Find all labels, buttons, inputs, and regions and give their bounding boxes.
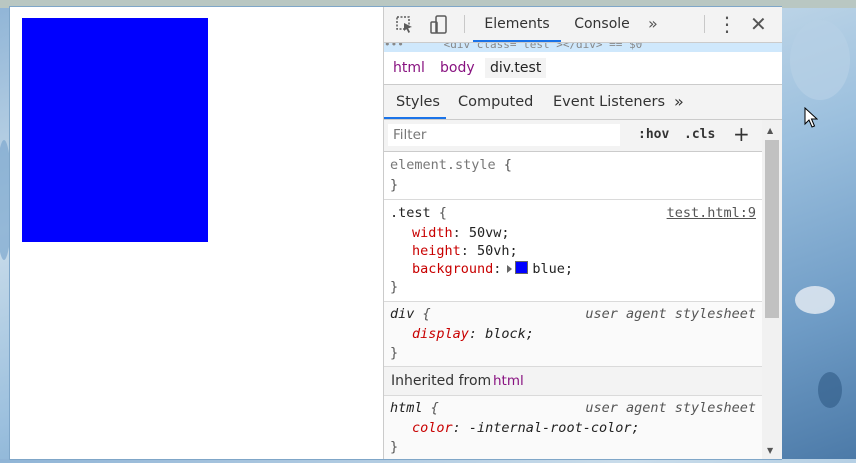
- rule-test[interactable]: .test { test.html:9 width: 50vw; height:…: [384, 200, 762, 302]
- rule-selector: div: [390, 306, 415, 322]
- styles-rules-pane: element.style { } .test { test.html:9 wi…: [384, 151, 762, 459]
- inherited-section-header: Inherited from html: [384, 367, 762, 396]
- scroll-down-icon[interactable]: ▼: [767, 446, 773, 456]
- rule-div-user-agent[interactable]: div { user agent stylesheet display: blo…: [384, 302, 762, 367]
- rule-close-brace: }: [390, 345, 399, 361]
- devtools-toolbar: Elements Console » ⋮ ✕: [384, 7, 782, 43]
- more-tabs-icon[interactable]: »: [648, 7, 658, 42]
- scroll-up-icon[interactable]: ▲: [767, 126, 773, 136]
- property-name: display: [412, 326, 469, 342]
- dom-tree-selected-row[interactable]: ••• <div class="test"></div> == $0: [384, 43, 782, 52]
- devtools-panel: Elements Console » ⋮ ✕ ••• <div class="t…: [383, 7, 782, 459]
- breadcrumb-body[interactable]: body: [435, 58, 480, 78]
- tab-computed[interactable]: Computed: [458, 85, 533, 119]
- property-display: display: block;: [412, 326, 534, 342]
- rule-open-brace: {: [414, 306, 431, 322]
- close-devtools-icon[interactable]: ✕: [750, 12, 767, 36]
- rule-open-brace: {: [495, 157, 512, 173]
- property-width[interactable]: width: 50vw;: [412, 224, 510, 242]
- rule-source-link[interactable]: test.html:9: [667, 204, 756, 222]
- inherited-element-link[interactable]: html: [493, 373, 524, 389]
- property-name: background: [412, 261, 494, 277]
- property-value: block;: [485, 326, 534, 342]
- browser-window: Elements Console » ⋮ ✕ ••• <div class="t…: [10, 7, 782, 459]
- tab-console[interactable]: Console: [570, 7, 634, 42]
- rule-selector: element.style: [390, 157, 496, 173]
- rule-close-brace: }: [390, 439, 399, 455]
- test-div-box[interactable]: [22, 18, 208, 242]
- styles-filter-bar: :hov .cls +: [384, 120, 762, 152]
- device-toolbar-icon[interactable]: [429, 15, 449, 35]
- rule-open-brace: {: [422, 400, 439, 416]
- property-value: blue;: [532, 261, 574, 277]
- mouse-pointer-icon: [804, 106, 819, 133]
- customize-menu-icon[interactable]: ⋮: [717, 14, 737, 34]
- styles-filter-input[interactable]: [388, 124, 620, 146]
- tab-event-listeners[interactable]: Event Listeners: [553, 85, 665, 119]
- new-style-rule-icon[interactable]: +: [733, 122, 750, 146]
- toolbar-divider: [704, 15, 705, 33]
- property-value: 50vh;: [477, 243, 518, 259]
- breadcrumb: html body div.test: [384, 52, 782, 85]
- rule-selector: .test: [390, 205, 431, 221]
- rule-selector: html: [390, 400, 423, 416]
- element-picker-icon[interactable]: [395, 15, 415, 35]
- hover-state-toggle[interactable]: :hov: [638, 127, 669, 142]
- rule-element-style[interactable]: element.style { }: [384, 151, 762, 200]
- rule-close-brace: }: [390, 177, 399, 193]
- property-name: width: [412, 225, 453, 241]
- page-viewport: [10, 7, 383, 459]
- inherited-label: Inherited from: [391, 373, 492, 389]
- property-name: color: [412, 420, 453, 436]
- property-color: color: -internal-root-color;: [412, 420, 640, 436]
- property-name: height: [412, 243, 461, 259]
- tab-elements[interactable]: Elements: [473, 7, 561, 42]
- rule-open-brace: {: [430, 205, 447, 221]
- breadcrumb-html[interactable]: html: [388, 58, 430, 78]
- styles-scrollbar[interactable]: ▲ ▼: [762, 120, 782, 459]
- toolbar-divider: [464, 15, 465, 33]
- property-value: -internal-root-color;: [468, 420, 640, 436]
- class-toggle[interactable]: .cls: [684, 127, 715, 142]
- active-tab-indicator: [473, 40, 561, 42]
- rule-close-brace: }: [390, 279, 399, 295]
- breadcrumb-div-test[interactable]: div.test: [485, 58, 547, 78]
- expand-triangle-icon[interactable]: [507, 265, 513, 273]
- active-subtab-indicator: [384, 117, 446, 119]
- styles-subtabs: Styles Computed Event Listeners »: [384, 85, 782, 120]
- dom-selected-line: <div class="test"></div> == $0: [443, 43, 643, 51]
- more-subtabs-icon[interactable]: »: [674, 85, 684, 119]
- rule-html-user-agent[interactable]: html { user agent stylesheet color: -int…: [384, 396, 762, 459]
- scrollbar-thumb[interactable]: [765, 140, 779, 318]
- property-value: 50vw;: [468, 225, 510, 241]
- user-agent-label: user agent stylesheet: [585, 306, 756, 322]
- property-background[interactable]: background: blue;: [412, 260, 573, 278]
- color-swatch[interactable]: [515, 261, 529, 274]
- tab-styles[interactable]: Styles: [396, 85, 440, 119]
- property-height[interactable]: height: 50vh;: [412, 242, 518, 260]
- user-agent-label: user agent stylesheet: [585, 400, 756, 416]
